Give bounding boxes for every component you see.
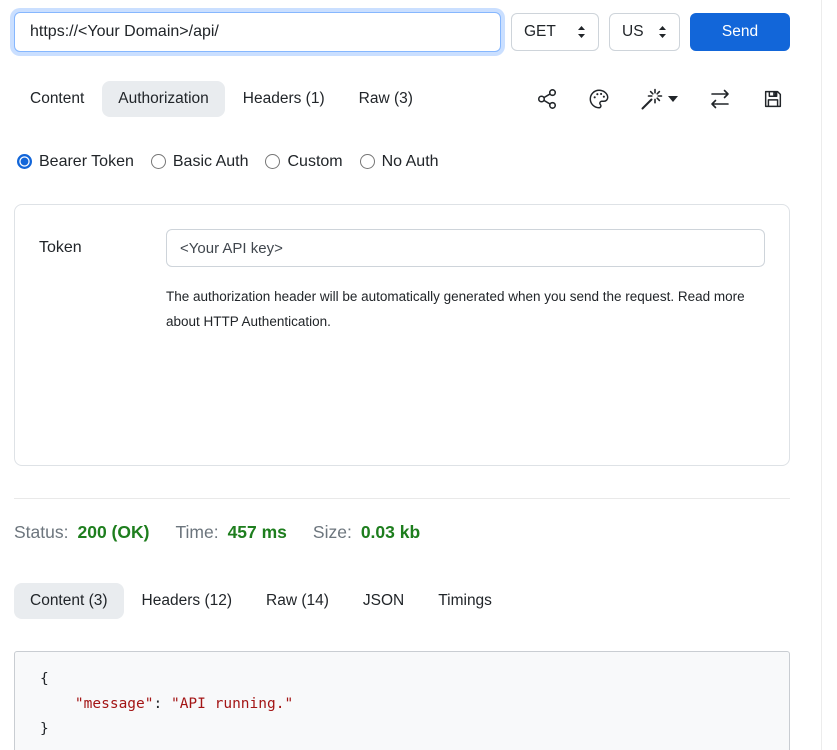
request-tabs: Content Authorization Headers (1) Raw (3… bbox=[14, 79, 790, 119]
url-input[interactable] bbox=[14, 12, 501, 52]
time-label: Time: bbox=[175, 522, 218, 543]
token-input[interactable] bbox=[166, 229, 765, 267]
radio-unselected-icon bbox=[151, 154, 166, 169]
tab-headers[interactable]: Headers (1) bbox=[227, 81, 341, 117]
json-value: "API running." bbox=[171, 696, 293, 712]
json-open-brace: { bbox=[40, 671, 49, 687]
region-select-value: US bbox=[622, 23, 644, 41]
request-toolbar bbox=[536, 87, 790, 111]
tab-response-raw[interactable]: Raw (14) bbox=[250, 583, 345, 619]
radio-unselected-icon bbox=[265, 154, 280, 169]
radio-label: Bearer Token bbox=[39, 153, 134, 171]
tab-response-content[interactable]: Content (3) bbox=[14, 583, 124, 619]
json-indent bbox=[40, 696, 75, 712]
palette-icon bbox=[588, 88, 610, 110]
radio-bearer-token[interactable]: Bearer Token bbox=[17, 153, 134, 171]
save-button[interactable] bbox=[762, 88, 784, 110]
share-button[interactable] bbox=[536, 88, 558, 110]
status-label: Status: bbox=[14, 522, 68, 543]
response-body: { "message": "API running." } bbox=[14, 651, 790, 750]
json-close-brace: } bbox=[40, 721, 49, 737]
tab-content[interactable]: Content bbox=[14, 81, 100, 117]
radio-no-auth[interactable]: No Auth bbox=[360, 153, 439, 171]
tab-raw[interactable]: Raw (3) bbox=[343, 81, 429, 117]
auth-type-options: Bearer Token Basic Auth Custom No Auth bbox=[14, 151, 790, 172]
theme-button[interactable] bbox=[588, 88, 610, 110]
response-status-row: Status: 200 (OK) Time: 457 ms Size: 0.03… bbox=[14, 522, 790, 543]
tab-response-timings[interactable]: Timings bbox=[422, 583, 508, 619]
bearer-token-panel: Token The authorization header will be a… bbox=[14, 204, 790, 466]
radio-custom[interactable]: Custom bbox=[265, 153, 342, 171]
magic-wand-icon bbox=[640, 87, 664, 111]
radio-label: No Auth bbox=[382, 153, 439, 171]
chevron-down-icon bbox=[668, 96, 678, 102]
size-label: Size: bbox=[313, 522, 352, 543]
time-value: 457 ms bbox=[228, 522, 287, 543]
generate-code-button[interactable] bbox=[640, 87, 678, 111]
compare-button[interactable] bbox=[708, 87, 732, 111]
size-value: 0.03 kb bbox=[361, 522, 420, 543]
save-icon bbox=[762, 88, 784, 110]
radio-selected-icon bbox=[17, 154, 32, 169]
method-select[interactable]: GET bbox=[511, 13, 599, 51]
status-value: 200 (OK) bbox=[77, 522, 149, 543]
json-separator: : bbox=[154, 696, 171, 712]
tab-response-json[interactable]: JSON bbox=[347, 583, 420, 619]
swap-arrows-icon bbox=[708, 87, 732, 111]
radio-unselected-icon bbox=[360, 154, 375, 169]
auth-help-text: The authorization header will be automat… bbox=[166, 284, 758, 334]
tab-authorization[interactable]: Authorization bbox=[102, 81, 224, 117]
send-button[interactable]: Send bbox=[690, 13, 790, 51]
radio-label: Custom bbox=[287, 153, 342, 171]
json-key: "message" bbox=[75, 696, 154, 712]
tab-response-headers[interactable]: Headers (12) bbox=[126, 583, 248, 619]
response-tabs: Content (3) Headers (12) Raw (14) JSON T… bbox=[14, 581, 790, 621]
radio-basic-auth[interactable]: Basic Auth bbox=[151, 153, 249, 171]
share-icon bbox=[536, 88, 558, 110]
method-select-value: GET bbox=[524, 23, 556, 41]
up-down-arrows-icon bbox=[577, 25, 586, 39]
token-label: Token bbox=[39, 239, 166, 257]
up-down-arrows-icon bbox=[658, 25, 667, 39]
radio-label: Basic Auth bbox=[173, 153, 249, 171]
region-select[interactable]: US bbox=[609, 13, 680, 51]
section-divider bbox=[14, 498, 790, 499]
request-bar: GET US Send bbox=[14, 10, 790, 54]
main-content: GET US Send Content Authorization Header… bbox=[0, 0, 822, 750]
